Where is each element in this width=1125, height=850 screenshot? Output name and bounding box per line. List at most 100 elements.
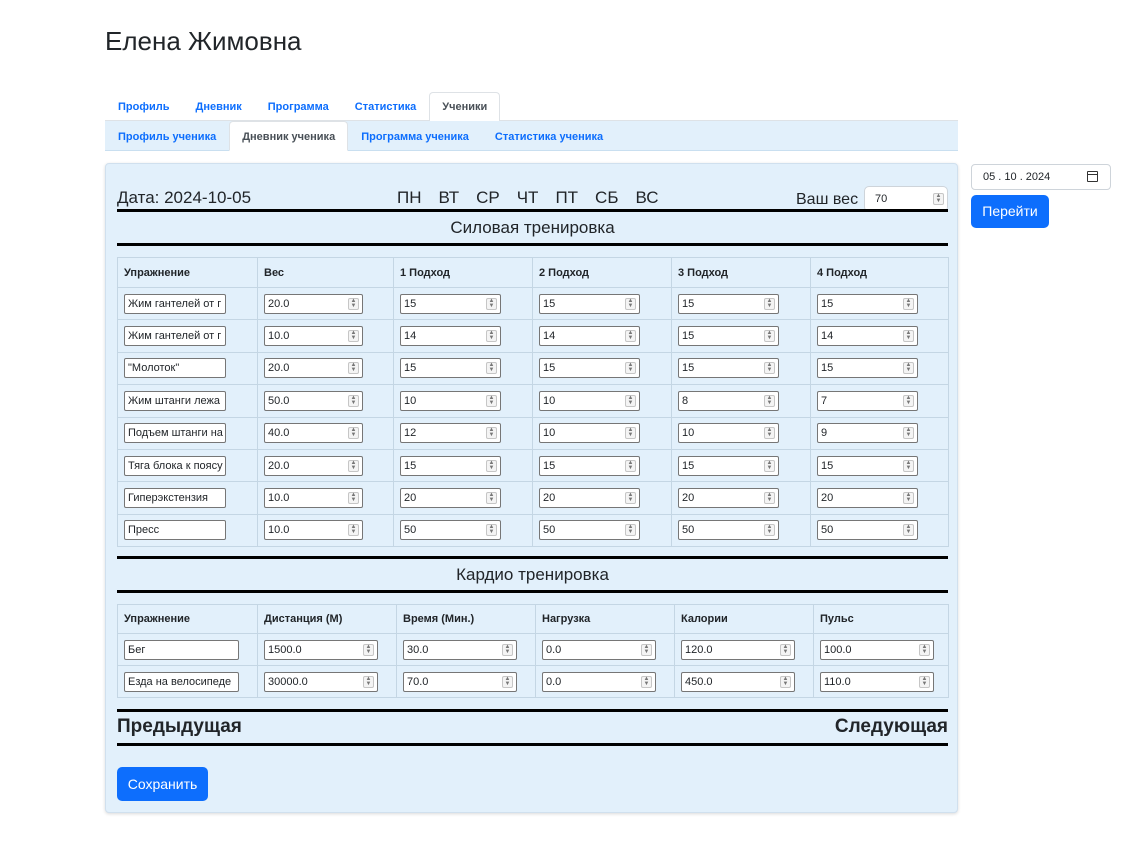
spinner-icon[interactable]: ▲ ▼ [363, 643, 374, 656]
spinner-icon[interactable]: ▲ ▼ [486, 427, 497, 440]
day-wed[interactable]: СР [476, 188, 500, 208]
spinner-icon[interactable]: ▲ ▼ [764, 459, 775, 472]
reps-input[interactable]: 50 ▲ ▼ [678, 520, 779, 541]
reps-input[interactable]: 15 ▲ ▼ [678, 455, 779, 476]
spinner-icon[interactable]: ▲ ▼ [764, 524, 775, 537]
spinner-icon[interactable]: ▲ ▼ [348, 297, 359, 310]
exercise-input[interactable]: Жим гантелей от г [124, 326, 226, 347]
cardio-exercise-input[interactable]: Езда на велосипеде [124, 671, 239, 692]
cardio-value-input[interactable]: 70.0 ▲ ▼ [403, 671, 517, 692]
spinner-icon[interactable]: ▲ ▼ [764, 492, 775, 505]
day-tue[interactable]: ВТ [439, 188, 460, 208]
spinner-icon[interactable]: ▲ ▼ [764, 394, 775, 407]
spinner-icon[interactable]: ▲ ▼ [903, 297, 914, 310]
day-mon[interactable]: ПН [397, 188, 422, 208]
spinner-icon[interactable]: ▲ ▼ [486, 330, 497, 343]
tab-statistics[interactable]: Статистика [342, 92, 430, 121]
cardio-value-input[interactable]: 0.0 ▲ ▼ [542, 671, 656, 692]
reps-input[interactable]: 12 ▲ ▼ [400, 423, 501, 444]
reps-input[interactable]: 15 ▲ ▼ [400, 358, 501, 379]
spinner-icon[interactable]: ▲ ▼ [625, 297, 636, 310]
subtab-student-profile[interactable]: Профиль ученика [105, 121, 229, 151]
exercise-input[interactable]: Жим гантелей от г [124, 293, 226, 314]
spinner-icon[interactable]: ▲ ▼ [903, 394, 914, 407]
reps-input[interactable]: 10 ▲ ▼ [678, 423, 779, 444]
reps-input[interactable]: 14 ▲ ▼ [400, 326, 501, 347]
cardio-value-input[interactable]: 110.0 ▲ ▼ [820, 671, 934, 692]
spinner-icon[interactable]: ▲ ▼ [486, 492, 497, 505]
day-thu[interactable]: ЧТ [517, 188, 539, 208]
spinner-icon[interactable]: ▲ ▼ [486, 362, 497, 375]
weight-input[interactable]: 50.0 ▲ ▼ [264, 390, 363, 411]
spinner-icon[interactable]: ▲ ▼ [348, 427, 359, 440]
reps-input[interactable]: 50 ▲ ▼ [539, 520, 640, 541]
cardio-value-input[interactable]: 100.0 ▲ ▼ [820, 639, 934, 660]
weight-input[interactable]: 10.0 ▲ ▼ [264, 520, 363, 541]
spinner-icon[interactable]: ▲ ▼ [486, 524, 497, 537]
spinner-icon[interactable]: ▲ ▼ [625, 394, 636, 407]
subtab-student-diary[interactable]: Дневник ученика [229, 121, 349, 151]
reps-input[interactable]: 15 ▲ ▼ [539, 455, 640, 476]
spinner-icon[interactable]: ▲ ▼ [625, 492, 636, 505]
spinner-icon[interactable]: ▲ ▼ [933, 193, 944, 205]
reps-input[interactable]: 8 ▲ ▼ [678, 390, 779, 411]
reps-input[interactable]: 15 ▲ ▼ [678, 293, 779, 314]
weight-input[interactable]: 20.0 ▲ ▼ [264, 293, 363, 314]
spinner-icon[interactable]: ▲ ▼ [625, 362, 636, 375]
cardio-value-input[interactable]: 0.0 ▲ ▼ [542, 639, 656, 660]
reps-input[interactable]: 20 ▲ ▼ [400, 488, 501, 509]
tab-students[interactable]: Ученики [429, 92, 501, 122]
spinner-icon[interactable]: ▲ ▼ [764, 427, 775, 440]
reps-input[interactable]: 15 ▲ ▼ [539, 293, 640, 314]
reps-input[interactable]: 7 ▲ ▼ [817, 390, 918, 411]
day-fri[interactable]: ПТ [555, 188, 578, 208]
spinner-icon[interactable]: ▲ ▼ [625, 459, 636, 472]
spinner-icon[interactable]: ▲ ▼ [764, 362, 775, 375]
spinner-icon[interactable]: ▲ ▼ [903, 362, 914, 375]
subtab-student-program[interactable]: Программа ученика [348, 121, 482, 151]
spinner-icon[interactable]: ▲ ▼ [625, 330, 636, 343]
tab-profile[interactable]: Профиль [105, 92, 182, 121]
exercise-input[interactable]: Тяга блока к поясу [124, 455, 226, 476]
tab-program[interactable]: Программа [255, 92, 342, 121]
exercise-input[interactable]: "Молоток" [124, 358, 226, 379]
cardio-value-input[interactable]: 1500.0 ▲ ▼ [264, 639, 378, 660]
spinner-icon[interactable]: ▲ ▼ [625, 524, 636, 537]
go-button[interactable]: Перейти [971, 195, 1049, 228]
reps-input[interactable]: 9 ▲ ▼ [817, 423, 918, 444]
spinner-icon[interactable]: ▲ ▼ [348, 459, 359, 472]
next-link[interactable]: Следующая [835, 716, 948, 738]
weight-input[interactable]: 40.0 ▲ ▼ [264, 423, 363, 444]
reps-input[interactable]: 14 ▲ ▼ [539, 326, 640, 347]
spinner-icon[interactable]: ▲ ▼ [903, 427, 914, 440]
exercise-input[interactable]: Жим штанги лежа [124, 390, 226, 411]
reps-input[interactable]: 15 ▲ ▼ [817, 293, 918, 314]
reps-input[interactable]: 10 ▲ ▼ [539, 423, 640, 444]
save-button[interactable]: Сохранить [117, 767, 208, 801]
reps-input[interactable]: 15 ▲ ▼ [400, 455, 501, 476]
cardio-value-input[interactable]: 450.0 ▲ ▼ [681, 671, 795, 692]
spinner-icon[interactable]: ▲ ▼ [780, 675, 791, 688]
reps-input[interactable]: 20 ▲ ▼ [817, 488, 918, 509]
day-sun[interactable]: ВС [635, 188, 658, 208]
reps-input[interactable]: 15 ▲ ▼ [678, 326, 779, 347]
reps-input[interactable]: 50 ▲ ▼ [817, 520, 918, 541]
cardio-value-input[interactable]: 30.0 ▲ ▼ [403, 639, 517, 660]
spinner-icon[interactable]: ▲ ▼ [641, 643, 652, 656]
spinner-icon[interactable]: ▲ ▼ [486, 459, 497, 472]
spinner-icon[interactable]: ▲ ▼ [764, 330, 775, 343]
subtab-student-statistics[interactable]: Статистика ученика [482, 121, 616, 151]
day-sat[interactable]: СБ [595, 188, 618, 208]
exercise-input[interactable]: Гиперэкстензия [124, 488, 226, 509]
cardio-value-input[interactable]: 120.0 ▲ ▼ [681, 639, 795, 660]
reps-input[interactable]: 15 ▲ ▼ [539, 358, 640, 379]
cardio-value-input[interactable]: 30000.0 ▲ ▼ [264, 671, 378, 692]
spinner-icon[interactable]: ▲ ▼ [502, 643, 513, 656]
calendar-icon[interactable] [1087, 171, 1098, 182]
date-picker-input[interactable]: 05 . 10 . 2024 [971, 164, 1111, 190]
reps-input[interactable]: 15 ▲ ▼ [400, 293, 501, 314]
spinner-icon[interactable]: ▲ ▼ [486, 394, 497, 407]
exercise-input[interactable]: Подъем штанги на [124, 423, 226, 444]
spinner-icon[interactable]: ▲ ▼ [903, 330, 914, 343]
reps-input[interactable]: 10 ▲ ▼ [400, 390, 501, 411]
